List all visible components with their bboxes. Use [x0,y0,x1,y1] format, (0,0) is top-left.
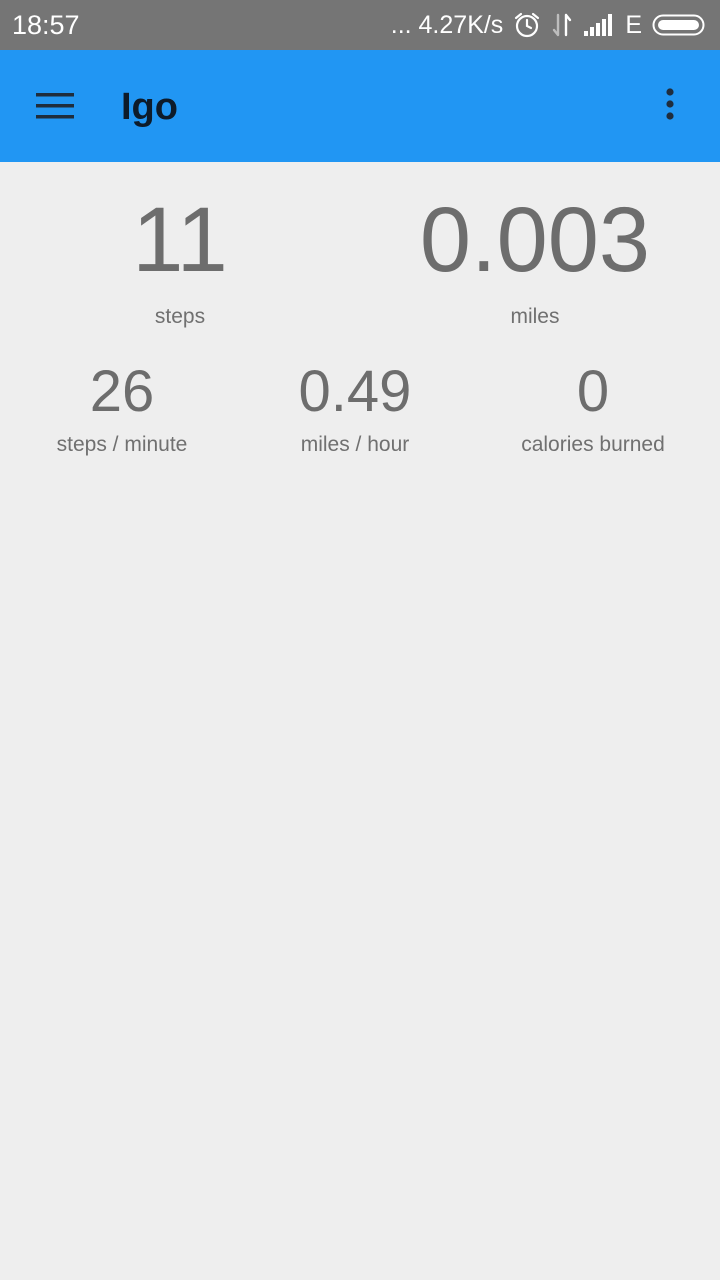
network-speed: ... 4.27K/s [390,10,504,39]
miles-label: miles [510,305,560,328]
app-title: Igo [121,86,178,128]
overflow-menu-button[interactable] [640,76,700,136]
miles-stat: 0.003 miles [385,190,685,330]
data-transfer-icon [551,11,573,39]
miles-value: 0.003 [419,189,651,291]
alarm-icon [513,11,541,39]
miles-per-hour-label: miles / hour [300,433,410,456]
calories-value: 0 [576,359,610,424]
status-time: 18:57 [12,10,80,40]
signal-icon [583,13,615,37]
calories-stat: 0 calories burned [493,360,693,458]
network-type: E [625,10,642,39]
steps-label: steps [154,305,206,328]
menu-button[interactable] [24,76,88,136]
calories-label: calories burned [521,433,665,456]
steps-per-minute-stat: 26 steps / minute [22,360,222,458]
steps-stat: 11 steps [80,190,280,330]
status-bar: 18:57 ... 4.27K/s E [0,0,720,50]
steps-per-minute-label: steps / minute [56,433,188,456]
status-indicators: ... 4.27K/s E [391,8,708,42]
menu-icon [36,93,74,119]
steps-per-minute-value: 26 [89,359,155,424]
miles-per-hour-value: 0.49 [298,359,412,424]
app-bar: Igo [0,50,720,162]
steps-value: 11 [132,189,228,291]
overflow-menu-icon [666,88,674,120]
miles-per-hour-stat: 0.49 miles / hour [255,360,455,458]
battery-icon [652,13,708,37]
